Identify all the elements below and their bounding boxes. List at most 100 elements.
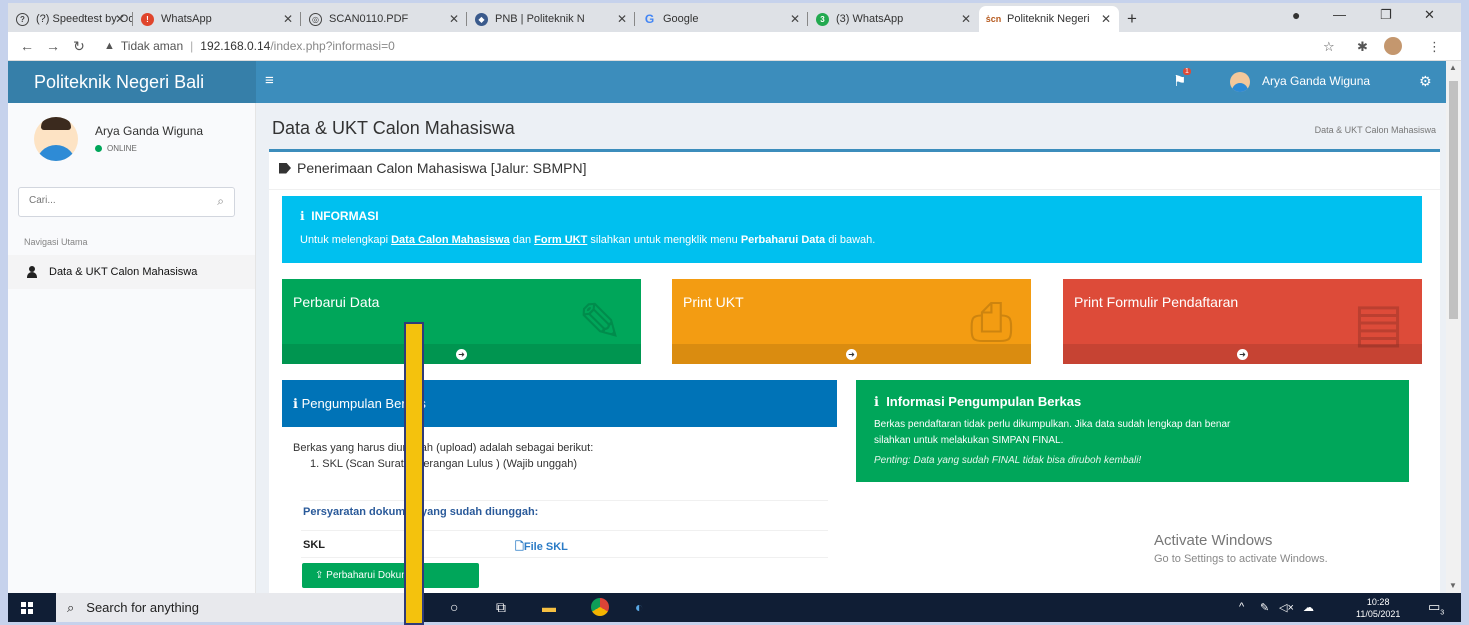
breadcrumb[interactable]: Data & UKT Calon Mahasiswa — [1315, 125, 1436, 135]
profile-dot-icon[interactable]: ● — [1292, 7, 1300, 23]
notification-center-icon[interactable]: ▭3 — [1428, 599, 1444, 617]
online-dot-icon — [95, 145, 102, 152]
user-icon — [26, 266, 38, 278]
extensions-icon[interactable]: ✱ — [1357, 39, 1368, 55]
brand-logo[interactable]: Politeknik Negeri Bali — [8, 61, 256, 103]
chrome-icon[interactable] — [591, 598, 609, 616]
restore-icon[interactable]: ❐ — [1380, 7, 1392, 23]
sidebar: Arya Ganda Wiguna ONLINE ⌕ Navigasi Utam… — [8, 103, 256, 593]
arrow-circle-icon: ➜ — [456, 348, 467, 360]
cloud-icon[interactable]: ☁ — [1303, 601, 1314, 614]
star-icon[interactable]: ☆ — [1323, 39, 1335, 55]
tab-speedtest[interactable]: ? (?) Speedtest by Oo ✕ — [8, 6, 133, 32]
upload-icon: ⇪ — [315, 570, 327, 581]
header-user-name[interactable]: Arya Ganda Wiguna — [1262, 74, 1370, 88]
close-tab-icon[interactable]: ✕ — [617, 12, 627, 26]
close-tab-icon[interactable]: ✕ — [961, 12, 971, 26]
cortana-icon[interactable]: ○ — [450, 599, 458, 615]
online-status: ONLINE — [95, 144, 137, 153]
search-icon: ⌕ — [67, 599, 75, 615]
profile-avatar[interactable] — [1384, 37, 1402, 55]
page-scrollbar[interactable]: ▲ ▼ — [1446, 61, 1461, 593]
close-tab-icon[interactable]: ✕ — [449, 12, 459, 26]
main-content: Data & UKT Calon Mahasiswa Data & UKT Ca… — [256, 103, 1446, 620]
windows-start-icon[interactable] — [21, 602, 33, 614]
close-tab-icon[interactable]: ✕ — [115, 12, 125, 26]
notification-flag-icon[interactable]: ⚑ 1 — [1173, 68, 1191, 90]
url-host: 192.168.0.14 — [200, 39, 271, 53]
browser-window: ? (?) Speedtest by Oo ✕ ! WhatsApp ✕ ◎ S… — [8, 3, 1461, 622]
edge-icon[interactable]: ◐ — [635, 599, 643, 615]
sidebar-search: ⌕ — [18, 187, 235, 217]
search-input[interactable] — [29, 195, 199, 206]
menu-kebab-icon[interactable]: ⋮ — [1428, 39, 1441, 55]
tile-footer[interactable]: ➜ — [672, 344, 1031, 364]
close-tab-icon[interactable]: ✕ — [790, 12, 800, 26]
user-avatar — [34, 117, 78, 161]
update-document-button[interactable]: ⇪ Perbaharui Dokumen — [302, 563, 479, 588]
scroll-thumb[interactable] — [1449, 81, 1458, 319]
file-skl-link[interactable]: 🗋File SKL — [515, 538, 568, 557]
link-form-ukt[interactable]: Form UKT — [534, 234, 587, 246]
google-icon: G — [644, 12, 655, 26]
pen-icon[interactable]: ✎ — [1260, 601, 1269, 614]
tab-google[interactable]: G Google ✕ — [635, 6, 808, 32]
tile-perbarui-data[interactable]: Perbarui Data ✎ ➜ — [282, 279, 641, 364]
reload-icon[interactable]: ↻ — [72, 38, 86, 55]
new-tab-button[interactable]: + — [1119, 6, 1159, 32]
close-tab-icon[interactable]: ✕ — [283, 12, 293, 26]
tile-print-formulir[interactable]: Print Formulir Pendaftaran ▤ ➜ — [1063, 279, 1422, 364]
tile-print-ukt[interactable]: Print UKT ⎙ ➜ — [672, 279, 1031, 364]
page-title: Data & UKT Calon Mahasiswa — [272, 118, 515, 138]
volume-muted-icon[interactable]: ◁× — [1279, 601, 1294, 614]
file-explorer-icon[interactable]: ▬ — [542, 599, 556, 615]
tab-politeknik-active[interactable]: ṡcn Politeknik Negeri ✕ — [979, 6, 1119, 32]
info-text: Untuk melengkapi Data Calon Mahasiswa da… — [300, 234, 876, 246]
link-data-calon[interactable]: Data Calon Mahasiswa — [391, 234, 510, 246]
tray-chevron-icon[interactable]: ^ — [1239, 601, 1244, 613]
windows-taskbar: ⌕ Search for anything ○ ⧉ ▬ ◐ ^ ✎ ◁× ☁ 10… — [8, 593, 1461, 622]
pengumpulan-header: ℹ Pengumpulan Berkas — [282, 380, 837, 427]
whatsapp-alert-icon: ! — [141, 12, 154, 26]
tab-pnb[interactable]: ◆ PNB | Politeknik N ✕ — [467, 6, 635, 32]
address-bar: ← → ↻ ▲ Tidak aman | 192.168.0.14/index.… — [8, 32, 1461, 61]
doc-name: SKL — [303, 539, 325, 551]
minimize-icon[interactable]: — — [1333, 7, 1346, 22]
info-pengumpulan-callout: ℹ Informasi Pengumpulan Berkas Berkas pe… — [856, 380, 1409, 482]
info-icon: ℹ — [300, 209, 305, 223]
header-avatar[interactable] — [1230, 72, 1250, 92]
arrow-circle-icon: ➜ — [846, 348, 857, 360]
url-path: /index.php?informasi=0 — [270, 39, 395, 53]
taskbar-search[interactable]: ⌕ Search for anything — [56, 593, 406, 622]
info-heading: ℹ INFORMASI — [300, 209, 379, 223]
tag-icon — [279, 162, 291, 174]
tab-whatsapp-3[interactable]: 3 (3) WhatsApp ✕ — [808, 6, 979, 32]
hamburger-icon[interactable]: ≡ — [265, 72, 274, 89]
close-tab-icon[interactable]: ✕ — [1101, 12, 1111, 26]
pengumpulan-text: Berkas yang harus diunggah (upload) adal… — [293, 442, 594, 470]
url-field[interactable]: ▲ Tidak aman | 192.168.0.14/index.php?in… — [104, 39, 395, 53]
tile-footer[interactable]: ➜ — [282, 344, 641, 364]
search-icon[interactable]: ⌕ — [217, 194, 224, 209]
sidebar-item-data-ukt[interactable]: Data & UKT Calon Mahasiswa — [8, 255, 255, 289]
pengumpulan-panel: ℹ Pengumpulan Berkas Berkas yang harus d… — [282, 380, 837, 620]
tab-bar: ? (?) Speedtest by Oo ✕ ! WhatsApp ✕ ◎ S… — [8, 3, 1461, 32]
globe-icon: ◎ — [309, 12, 322, 26]
scroll-up-icon[interactable]: ▲ — [1449, 63, 1457, 72]
tab-whatsapp[interactable]: ! WhatsApp ✕ — [133, 6, 301, 32]
tile-footer[interactable]: ➜ — [1063, 344, 1422, 364]
nav-header: Navigasi Utama — [24, 237, 88, 247]
back-arrow-icon[interactable]: ← — [20, 38, 34, 54]
info-callout: ℹ INFORMASI Untuk melengkapi Data Calon … — [282, 196, 1422, 263]
pnb-icon: ◆ — [475, 12, 488, 26]
forward-arrow-icon[interactable]: → — [46, 38, 60, 54]
cogs-icon[interactable]: ⚙ — [1419, 73, 1432, 90]
activate-windows-watermark: Activate Windows Go to Settings to activ… — [1154, 532, 1328, 565]
task-view-icon[interactable]: ⧉ — [496, 599, 506, 616]
tab-scan-pdf[interactable]: ◎ SCAN0110.PDF ✕ — [301, 6, 467, 32]
window-close-icon[interactable]: ✕ — [1424, 7, 1435, 23]
speedtest-icon: ? — [16, 12, 29, 26]
scroll-down-icon[interactable]: ▼ — [1449, 581, 1457, 590]
scn-icon: ṡcn — [985, 14, 1002, 24]
taskbar-clock[interactable]: 10:28 11/05/2021 — [1356, 596, 1400, 620]
